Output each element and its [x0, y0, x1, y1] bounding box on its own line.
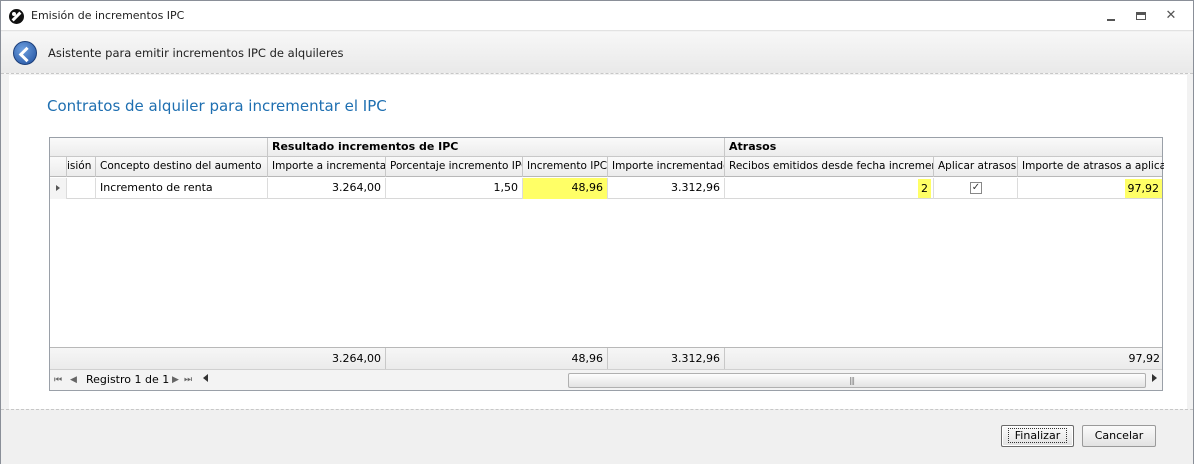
- column-header-importe[interactable]: Importe a incrementar: [268, 157, 386, 177]
- total-importe: 3.264,00: [268, 348, 386, 370]
- close-icon: ✕: [1165, 8, 1177, 23]
- band-atrasos[interactable]: Atrasos: [725, 138, 1164, 157]
- total-incrementado: 3.312,96: [608, 348, 725, 370]
- column-header-indicator: [50, 157, 67, 177]
- wizard-title: Asistente para emitir incrementos IPC de…: [48, 46, 344, 60]
- column-header-emision[interactable]: isión: [67, 157, 96, 177]
- cell-atrasos-value: 97,92: [1124, 179, 1162, 198]
- page-heading: Contratos de alquiler para incrementar e…: [47, 97, 387, 115]
- column-header-incrementado[interactable]: Importe incrementado: [608, 157, 725, 177]
- cell-importe-atrasos[interactable]: 97,92: [1018, 178, 1164, 199]
- cell-aplicar-atrasos[interactable]: ✓: [934, 178, 1018, 199]
- band-resultado[interactable]: Resultado incrementos de IPC: [268, 138, 725, 157]
- contracts-grid[interactable]: Resultado incrementos de IPC Atrasos isi…: [49, 137, 1164, 391]
- back-arrow-icon[interactable]: [13, 41, 37, 65]
- cell-incremento[interactable]: 48,96: [523, 178, 608, 199]
- total-empty: [50, 348, 268, 370]
- band-empty: [50, 138, 268, 157]
- cell-recibos-value: 2: [918, 179, 931, 198]
- cell-importe[interactable]: 3.264,00: [268, 178, 386, 199]
- scroll-right-icon[interactable]: [1152, 374, 1157, 382]
- app-logo-icon: [9, 9, 24, 24]
- wizard-content: Contratos de alquiler para incrementar e…: [9, 75, 1187, 409]
- scroll-grip-icon: |||: [849, 376, 855, 385]
- cell-incrementado[interactable]: 3.312,96: [608, 178, 725, 199]
- totals-row: 3.264,00 48,96 3.312,96 97,92: [50, 347, 1162, 370]
- total-porcentaje-empty: [386, 348, 523, 370]
- table-row[interactable]: Incremento de renta 3.264,00 1,50 48,96 …: [50, 178, 1162, 199]
- column-header-concepto[interactable]: Concepto destino del aumento: [96, 157, 268, 177]
- column-header-recibos[interactable]: Recibos emitidos desde fecha incremento: [725, 157, 934, 177]
- grid-navigator: ⏮ ◀ Registro 1 de 1 ▶ ⏭ |||: [50, 369, 1162, 390]
- record-counter: Registro 1 de 1: [86, 373, 170, 386]
- column-header-importe-atrasos[interactable]: Importe de atrasos a aplicar: [1018, 157, 1164, 177]
- row-indicator-icon: [50, 178, 67, 199]
- column-header-aplicar-atrasos[interactable]: Aplicar atrasos: [934, 157, 1018, 177]
- finish-button[interactable]: Finalizar: [1001, 425, 1074, 447]
- title-bar[interactable]: Emisión de incrementos IPC ✕: [1, 1, 1193, 31]
- column-header-incremento[interactable]: Incremento IPC: [523, 157, 608, 177]
- cell-concepto[interactable]: Incremento de renta: [96, 178, 268, 199]
- next-record-icon[interactable]: ▶: [172, 374, 179, 386]
- cell-recibos[interactable]: 2: [725, 178, 934, 199]
- wizard-header: Asistente para emitir incrementos IPC de…: [1, 32, 1193, 74]
- minimize-button[interactable]: [1100, 7, 1122, 25]
- minimize-icon: [1107, 19, 1115, 21]
- aplicar-atrasos-checkbox[interactable]: ✓: [970, 182, 982, 194]
- close-button[interactable]: ✕: [1160, 7, 1182, 25]
- cell-emision[interactable]: [67, 178, 96, 199]
- cell-porcentaje[interactable]: 1,50: [386, 178, 523, 199]
- last-record-icon[interactable]: ⏭: [184, 374, 192, 386]
- scroll-left-icon[interactable]: [203, 374, 208, 382]
- total-incremento: 48,96: [523, 348, 608, 370]
- window-title: Emisión de incrementos IPC: [31, 9, 185, 22]
- column-header-porcentaje[interactable]: Porcentaje incremento IPC: [386, 157, 523, 177]
- maximize-button[interactable]: [1130, 7, 1152, 25]
- total-atrasos: 97,92: [1128, 352, 1161, 365]
- horizontal-scrollbar[interactable]: |||: [568, 373, 1146, 388]
- first-record-icon[interactable]: ⏮: [54, 374, 62, 386]
- finish-button-label: Finalizar: [1007, 428, 1068, 443]
- prev-record-icon[interactable]: ◀: [70, 374, 77, 386]
- column-header-row: isión Concepto destino del aumento Impor…: [50, 157, 1164, 177]
- dialog-window: Emisión de incrementos IPC ✕ Asistente p…: [0, 0, 1194, 464]
- maximize-icon: [1136, 12, 1146, 20]
- button-bar: Finalizar Cancelar: [1, 409, 1193, 464]
- band-header-row: Resultado incrementos de IPC Atrasos: [50, 138, 1162, 157]
- cancel-button[interactable]: Cancelar: [1082, 425, 1156, 447]
